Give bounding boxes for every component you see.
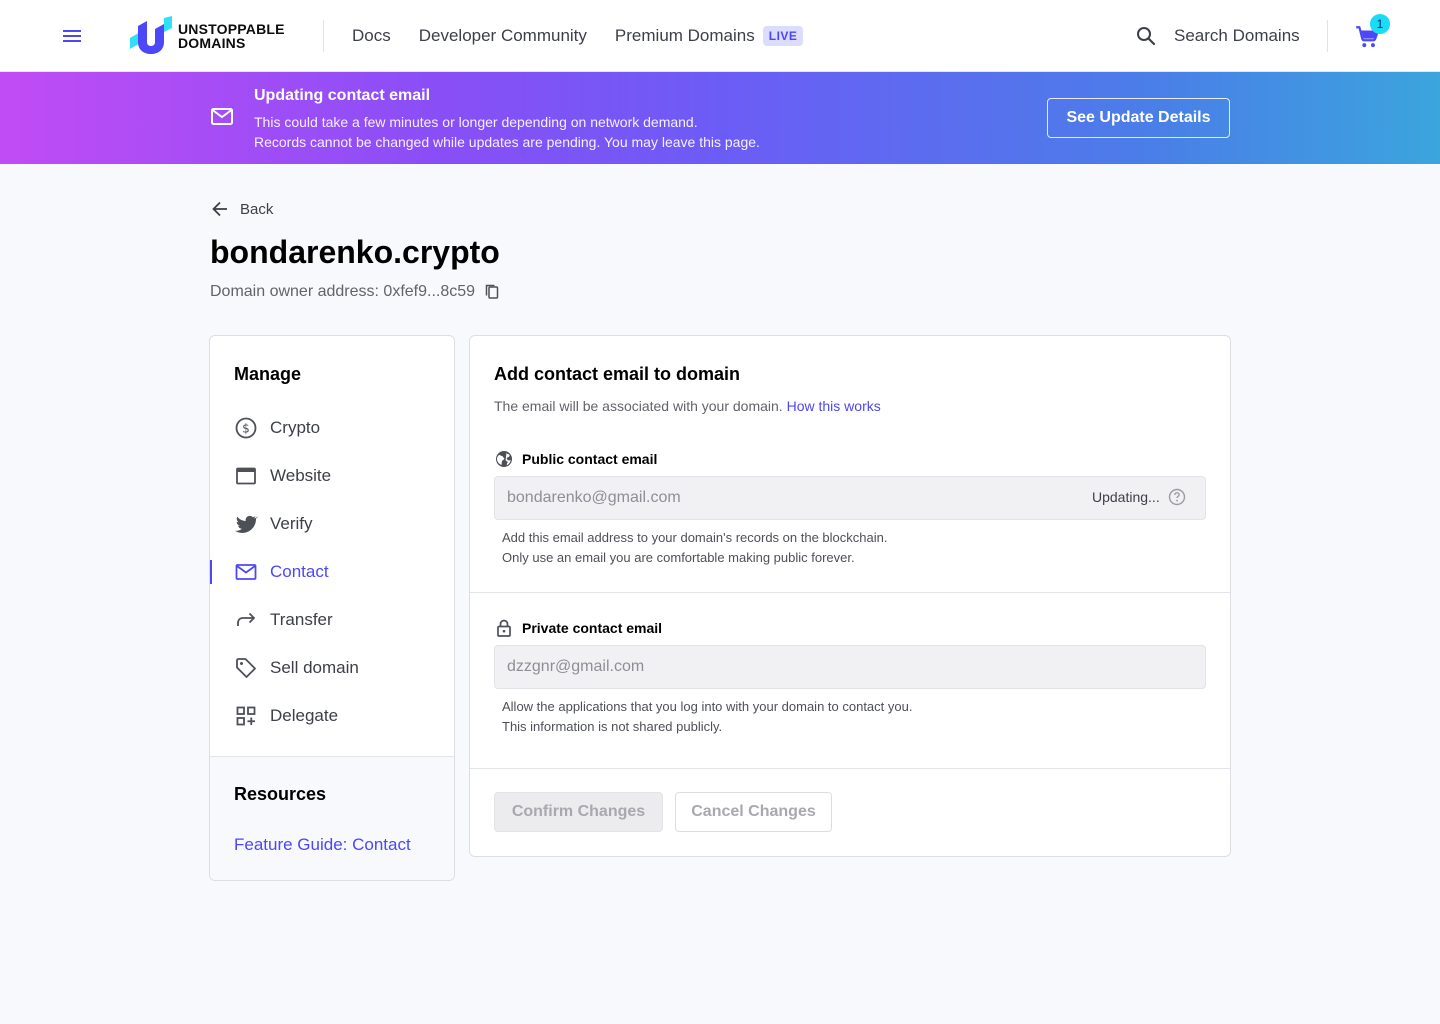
card-divider-footer xyxy=(470,768,1230,769)
public-email-label-text: Public contact email xyxy=(522,451,658,467)
card-subtitle: The email will be associated with your d… xyxy=(494,398,881,414)
card-subtitle-text: The email will be associated with your d… xyxy=(494,398,783,414)
arrow-left-icon xyxy=(212,201,227,217)
main-nav: Docs Developer Community Premium Domains… xyxy=(352,0,831,72)
header-divider-right xyxy=(1327,20,1328,52)
banner-message-1: This could take a few minutes or longer … xyxy=(254,114,698,130)
back-link[interactable]: Back xyxy=(210,199,273,219)
sidebar-item-website[interactable]: Website xyxy=(210,456,454,496)
envelope-icon xyxy=(234,560,258,584)
logo-line-1: UNSTOPPABLE xyxy=(178,21,285,37)
nav-premium-domains-label: Premium Domains xyxy=(614,26,755,45)
sidebar-item-label: Sell domain xyxy=(270,658,359,677)
dollar-circle-icon: $ xyxy=(234,416,258,440)
public-email-label: Public contact email xyxy=(494,449,657,469)
resources-section xyxy=(210,757,454,880)
globe-icon xyxy=(496,451,512,467)
nav-premium-domains[interactable]: Premium Domains LIVE xyxy=(614,26,804,46)
logo-text: UNSTOPPABLE DOMAINS xyxy=(178,22,285,50)
manage-sidebar: Manage $ Crypto Website Verify Contact T… xyxy=(209,335,455,881)
banner-title: Updating contact email xyxy=(254,87,431,104)
sidebar-item-label: Website xyxy=(270,466,332,485)
see-update-details-button[interactable]: See Update Details xyxy=(1047,98,1230,138)
forward-arrow-icon xyxy=(234,608,258,632)
cancel-changes-button[interactable]: Cancel Changes xyxy=(675,792,832,832)
search-icon xyxy=(1137,27,1156,46)
sidebar-item-sell-domain[interactable]: Sell domain xyxy=(210,648,454,688)
contact-email-card: Add contact email to domain The email wi… xyxy=(469,335,1231,857)
cart-count-badge: 1 xyxy=(1370,14,1390,34)
public-email-help-1: Add this email address to your domain's … xyxy=(502,530,888,545)
top-header: UNSTOPPABLE DOMAINS Docs Developer Commu… xyxy=(0,0,1440,72)
private-email-label-text: Private contact email xyxy=(522,620,663,636)
sidebar-item-label: Verify xyxy=(270,514,313,533)
private-email-help-2: This information is not shared publicly. xyxy=(502,719,723,734)
header-divider xyxy=(323,20,324,52)
how-this-works-link[interactable]: How this works xyxy=(787,398,881,414)
envelope-icon xyxy=(210,107,234,127)
update-banner: Updating contact email This could take a… xyxy=(0,72,1440,164)
confirm-changes-button[interactable]: Confirm Changes xyxy=(494,792,663,832)
feature-guide-link[interactable]: Feature Guide: Contact xyxy=(234,835,411,855)
page-title: bondarenko.crypto xyxy=(210,234,500,270)
copy-icon[interactable] xyxy=(483,283,501,301)
hamburger-menu-icon[interactable] xyxy=(60,24,84,48)
updating-text: Updating... xyxy=(1092,489,1160,505)
public-email-help-2: Only use an email you are comfortable ma… xyxy=(502,550,855,565)
nav-developer-community[interactable]: Developer Community xyxy=(419,26,587,46)
sidebar-item-label: Transfer xyxy=(270,610,333,629)
card-title: Add contact email to domain xyxy=(494,364,741,384)
private-email-help-1: Allow the applications that you log into… xyxy=(502,699,913,714)
back-label: Back xyxy=(240,200,274,218)
tag-icon xyxy=(234,656,258,680)
sidebar-item-label: Delegate xyxy=(270,706,339,725)
active-indicator xyxy=(210,560,212,584)
search-label: Search Domains xyxy=(1174,26,1300,45)
twitter-icon xyxy=(234,512,258,536)
sidebar-item-contact[interactable]: Contact xyxy=(210,552,454,592)
sidebar-item-crypto[interactable]: $ Crypto xyxy=(210,408,454,448)
owner-address-row: Domain owner address: 0xfef9...8c59 xyxy=(210,283,501,301)
svg-text:$: $ xyxy=(242,422,250,436)
manage-heading: Manage xyxy=(234,364,302,384)
grid-plus-icon xyxy=(234,704,258,728)
card-divider xyxy=(470,592,1230,593)
owner-address: Domain owner address: 0xfef9...8c59 xyxy=(210,283,476,300)
help-circle-icon[interactable] xyxy=(1168,488,1186,506)
private-email-label: Private contact email xyxy=(494,618,662,638)
logo-line-2: DOMAINS xyxy=(178,35,246,51)
unstoppable-logo-icon xyxy=(130,16,172,54)
resources-heading: Resources xyxy=(234,784,327,804)
live-badge: LIVE xyxy=(762,26,804,46)
search-domains[interactable]: Search Domains xyxy=(1134,0,1300,72)
sidebar-item-label: Crypto xyxy=(270,418,321,437)
sidebar-item-transfer[interactable]: Transfer xyxy=(210,600,454,640)
sidebar-item-label: Contact xyxy=(270,562,329,581)
updating-status: Updating... xyxy=(1092,488,1186,506)
private-email-input[interactable] xyxy=(494,645,1206,689)
banner-message-2: Records cannot be changed while updates … xyxy=(254,134,760,150)
sidebar-item-verify[interactable]: Verify xyxy=(210,504,454,544)
logo[interactable]: UNSTOPPABLE DOMAINS xyxy=(130,16,285,56)
browser-window-icon xyxy=(234,464,258,488)
lock-icon xyxy=(497,619,511,637)
nav-docs[interactable]: Docs xyxy=(352,26,391,46)
sidebar-item-delegate[interactable]: Delegate xyxy=(210,696,454,736)
